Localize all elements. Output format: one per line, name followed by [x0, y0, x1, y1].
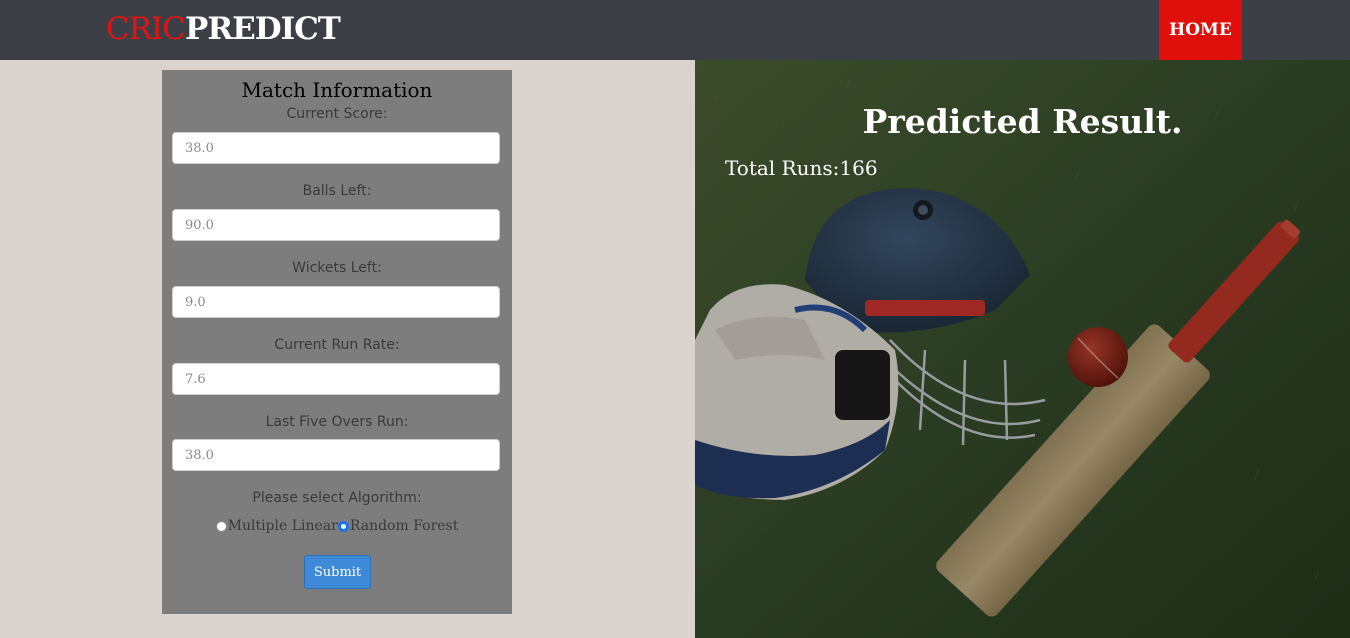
balls-left-input[interactable]: 90.0: [172, 209, 500, 241]
cricket-gear-image: [695, 60, 1350, 638]
match-info-panel: Match Information Current Score: 38.0 Ba…: [162, 70, 512, 614]
multiple-linear-label[interactable]: Multiple Linear: [228, 518, 338, 534]
random-forest-radio[interactable]: [337, 520, 349, 532]
algorithm-radio-group: Multiple Linear Random Forest: [162, 518, 512, 534]
random-forest-label[interactable]: Random Forest: [350, 518, 459, 534]
multiple-linear-radio[interactable]: [215, 520, 227, 532]
total-runs-text: Total Runs:166: [725, 156, 878, 180]
wickets-left-label: Wickets Left:: [292, 260, 382, 276]
current-score-label: Current Score:: [286, 106, 388, 122]
current-score-input[interactable]: 38.0: [172, 132, 500, 164]
run-rate-label: Current Run Rate:: [274, 337, 400, 353]
brand-part-predict: PREDICT: [185, 11, 341, 47]
last-five-overs-label: Last Five Overs Run:: [265, 414, 409, 430]
wickets-left-input[interactable]: 9.0: [172, 286, 500, 318]
result-title: Predicted Result.: [862, 102, 1183, 141]
balls-left-label: Balls Left:: [302, 183, 372, 199]
navbar: CRICPREDICT HOME: [0, 0, 1350, 60]
panel-title: Match Information: [241, 78, 433, 102]
home-nav-button[interactable]: HOME: [1159, 0, 1242, 60]
result-pane: Predicted Result. Total Runs:166: [695, 60, 1350, 638]
last-five-overs-input[interactable]: 38.0: [172, 439, 500, 471]
brand-part-cric: CRIC: [106, 11, 186, 47]
submit-button[interactable]: Submit: [304, 555, 371, 589]
brand-logo[interactable]: CRICPREDICT: [106, 9, 341, 49]
run-rate-input[interactable]: 7.6: [172, 363, 500, 395]
algorithm-label: Please select Algorithm:: [252, 490, 422, 506]
